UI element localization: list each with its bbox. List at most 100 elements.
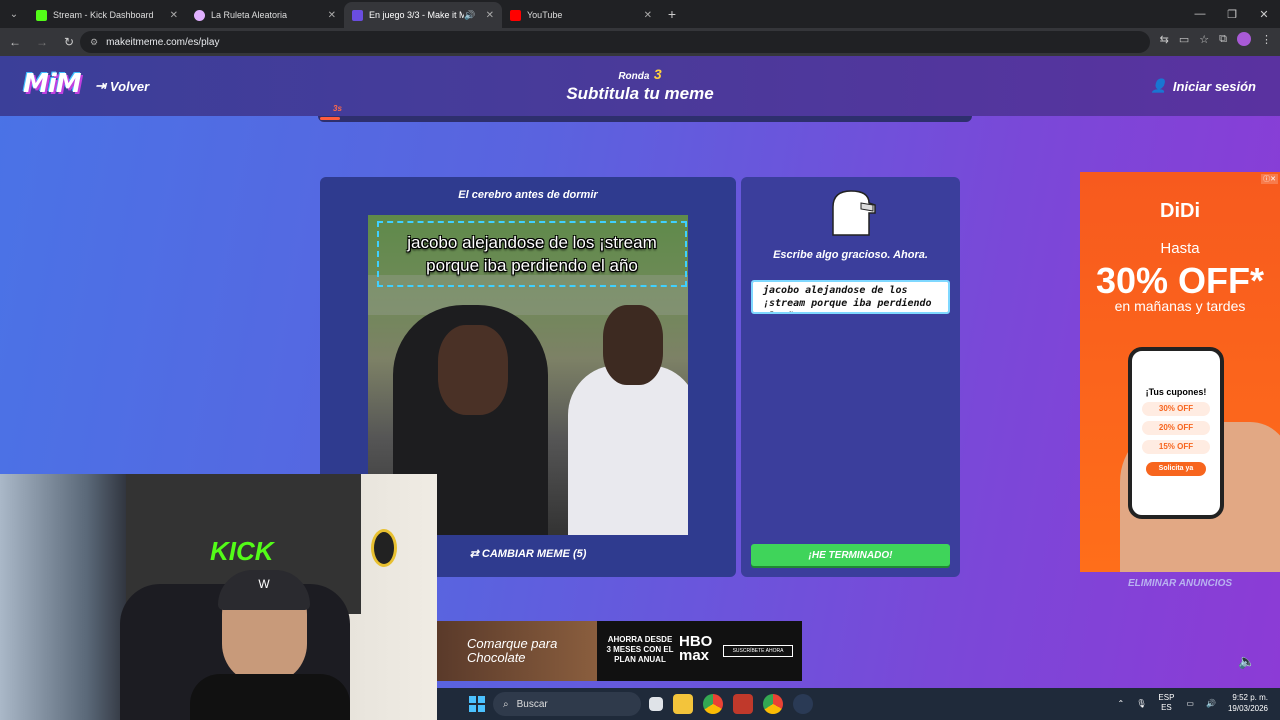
tray-chevron-icon[interactable]: ⌃ xyxy=(1118,699,1125,708)
taskbar-apps xyxy=(649,694,813,714)
minimize-icon[interactable]: — xyxy=(1184,0,1216,28)
restore-icon[interactable]: ❐ xyxy=(1216,0,1248,28)
translate-icon[interactable]: ⇆ xyxy=(1160,33,1169,46)
language-indicator[interactable]: ESP ES xyxy=(1158,693,1174,713)
extensions-icon[interactable]: ⧉ xyxy=(1219,33,1227,46)
swap-icon: ⇄ xyxy=(469,548,482,560)
page-title: Subtitula tu meme xyxy=(566,84,714,103)
speaker-icon[interactable]: 🔊 xyxy=(464,10,475,21)
tab-kick[interactable]: Stream - Kick Dashboard ✕ xyxy=(28,2,186,28)
browser-tabbar: ⌄ Stream - Kick Dashboard ✕ La Ruleta Al… xyxy=(0,0,1280,28)
ad-cta: Solicita ya xyxy=(1146,462,1206,476)
coupon-2: 20% OFF xyxy=(1142,421,1210,435)
mim-favicon-icon xyxy=(352,9,363,21)
back-icon[interactable]: ← xyxy=(3,30,27,54)
ad-offer: AHORRA DESDE 3 MESES CON EL PLAN ANUAL xyxy=(606,635,674,664)
address-bar[interactable]: ⚙ makeitmeme.com/es/play xyxy=(80,31,1150,53)
app-icon[interactable] xyxy=(733,694,753,714)
menu-icon[interactable]: ⋮ xyxy=(1261,33,1272,46)
ad-hasta: Hasta xyxy=(1160,240,1200,257)
timer-bar xyxy=(318,116,972,122)
remove-ads-link[interactable]: ELIMINAR ANUNCIOS xyxy=(1080,578,1280,589)
tab-youtube[interactable]: YouTube ✕ xyxy=(502,2,660,28)
ad-subtitle: en mañanas y tardes xyxy=(1114,298,1246,314)
ad-brand: DiDi xyxy=(1160,200,1200,222)
tab-search-icon[interactable]: ⌄ xyxy=(0,0,28,28)
face-left xyxy=(438,325,508,415)
ruleta-favicon-icon xyxy=(194,9,205,21)
wall-clock xyxy=(371,529,397,567)
youtube-favicon-icon xyxy=(510,9,521,21)
tab-close-icon[interactable]: ✕ xyxy=(486,10,494,21)
bookmark-star-icon[interactable]: ☆ xyxy=(1199,33,1209,46)
steam-icon[interactable] xyxy=(793,694,813,714)
phone-title: ¡Tus cupones! xyxy=(1145,387,1207,397)
chrome-active-icon[interactable] xyxy=(763,694,783,714)
tab-label: La Ruleta Aleatoria xyxy=(211,10,288,20)
close-window-icon[interactable]: ✕ xyxy=(1248,0,1280,28)
webcam-overlay: KICK W xyxy=(0,474,437,720)
taskbar-search[interactable]: ⌕ Buscar xyxy=(493,692,641,716)
round-indicator: Ronda 3 Subtitula tu meme xyxy=(0,66,1280,104)
person-right xyxy=(568,365,688,535)
caption-line-1: jacobo alejandose de los ¡stream xyxy=(407,233,657,252)
network-icon[interactable]: ▭ xyxy=(1186,699,1194,708)
browser-toolbar: ← → ↻ ⚙ makeitmeme.com/es/play ⇆ ▭ ☆ ⧉ ⋮ xyxy=(0,28,1280,56)
round-number: 3 xyxy=(653,66,662,82)
tab-ruleta[interactable]: La Ruleta Aleatoria ✕ xyxy=(186,2,344,28)
ad-subscribe-button[interactable]: SUSCRÍBETE AHORA xyxy=(723,645,793,657)
sound-icon[interactable]: 🔊 xyxy=(1206,699,1216,708)
lang-top: ESP xyxy=(1158,693,1175,702)
taskbar-clock[interactable]: 9:52 p. m. 19/03/2026 xyxy=(1228,692,1268,714)
prompt-text: Escribe algo gracioso. Ahora. xyxy=(773,249,928,261)
tab-close-icon[interactable]: ✕ xyxy=(644,10,652,21)
volume-icon[interactable]: 🔈 xyxy=(1238,653,1255,670)
task-view-icon[interactable] xyxy=(649,697,663,711)
change-meme-label: CAMBIAR MEME (5) xyxy=(481,548,587,560)
ad-choices-icon[interactable]: ⓘ✕ xyxy=(1261,174,1278,184)
cast-icon[interactable]: ▭ xyxy=(1179,33,1189,46)
file-explorer-icon[interactable] xyxy=(673,694,693,714)
face-right xyxy=(603,305,663,385)
caption-box[interactable]: jacobo alejandose de los ¡stream porque … xyxy=(377,221,687,287)
mic-icon[interactable]: 🎙 xyxy=(1136,699,1146,708)
user-icon: 👤 xyxy=(1150,78,1167,93)
system-tray: ⌃ 🎙 ESP ES ▭ 🔊 9:52 p. m. 19/03/2026 xyxy=(1118,692,1268,714)
lang-bottom: ES xyxy=(1161,703,1172,712)
write-panel: Escribe algo gracioso. Ahora. ¡HE TERMIN… xyxy=(741,177,960,577)
windows-taskbar: ⌕ Buscar ⌃ 🎙 ESP ES ▭ 🔊 9:52 p. m. 19/03… xyxy=(437,688,1280,720)
login-button[interactable]: 👤 Iniciar sesión xyxy=(1151,78,1256,94)
caption-input[interactable] xyxy=(751,280,950,314)
coupon-1: 30% OFF xyxy=(1142,402,1210,416)
hbo-ad[interactable]: Comarque para Chocolate AHORRA DESDE 3 M… xyxy=(437,621,802,681)
game-header: MiM ⇥ Volver Ronda 3 Subtitula tu meme 👤… xyxy=(0,56,1280,116)
tab-label: En juego 3/3 - Make it Meme xyxy=(369,10,465,20)
reload-icon[interactable]: ↻ xyxy=(57,30,81,54)
login-label: Iniciar sesión xyxy=(1172,78,1256,94)
taskbar-search-label: Buscar xyxy=(516,698,548,710)
done-label: ¡HE TERMINADO! xyxy=(808,549,893,561)
kick-favicon-icon xyxy=(36,9,47,21)
phone-image: ¡Tus cupones! 30% OFF 20% OFF 15% OFF So… xyxy=(1128,347,1224,519)
windows-start-icon[interactable] xyxy=(469,696,485,712)
round-label: Ronda xyxy=(618,71,650,82)
done-button[interactable]: ¡HE TERMINADO! xyxy=(751,544,950,566)
tab-close-icon[interactable]: ✕ xyxy=(170,10,178,21)
tab-make-it-meme[interactable]: En juego 3/3 - Make it Meme 🔊 ✕ xyxy=(344,2,502,28)
site-info-icon[interactable]: ⚙ xyxy=(90,37,98,48)
tab-close-icon[interactable]: ✕ xyxy=(328,10,336,21)
didi-ad[interactable]: ⓘ✕ DiDi Hasta 30% OFF* en mañanas y tard… xyxy=(1080,172,1280,572)
timer-bar-fill xyxy=(320,117,340,120)
search-icon: ⌕ xyxy=(503,698,509,710)
tab-label: Stream - Kick Dashboard xyxy=(53,10,154,20)
new-tab-icon[interactable]: + xyxy=(660,6,684,22)
profile-avatar[interactable] xyxy=(1237,32,1251,46)
coupon-3: 15% OFF xyxy=(1142,440,1210,454)
meme-title: El cerebro antes de dormir xyxy=(458,189,598,201)
mascot-icon xyxy=(832,190,876,236)
url-text: makeitmeme.com/es/play xyxy=(106,36,220,48)
chrome-icon[interactable] xyxy=(703,694,723,714)
time-text: 9:52 p. m. xyxy=(1232,693,1268,702)
ad-percent: 30% OFF* xyxy=(1095,260,1265,301)
forward-icon[interactable]: → xyxy=(30,30,54,54)
